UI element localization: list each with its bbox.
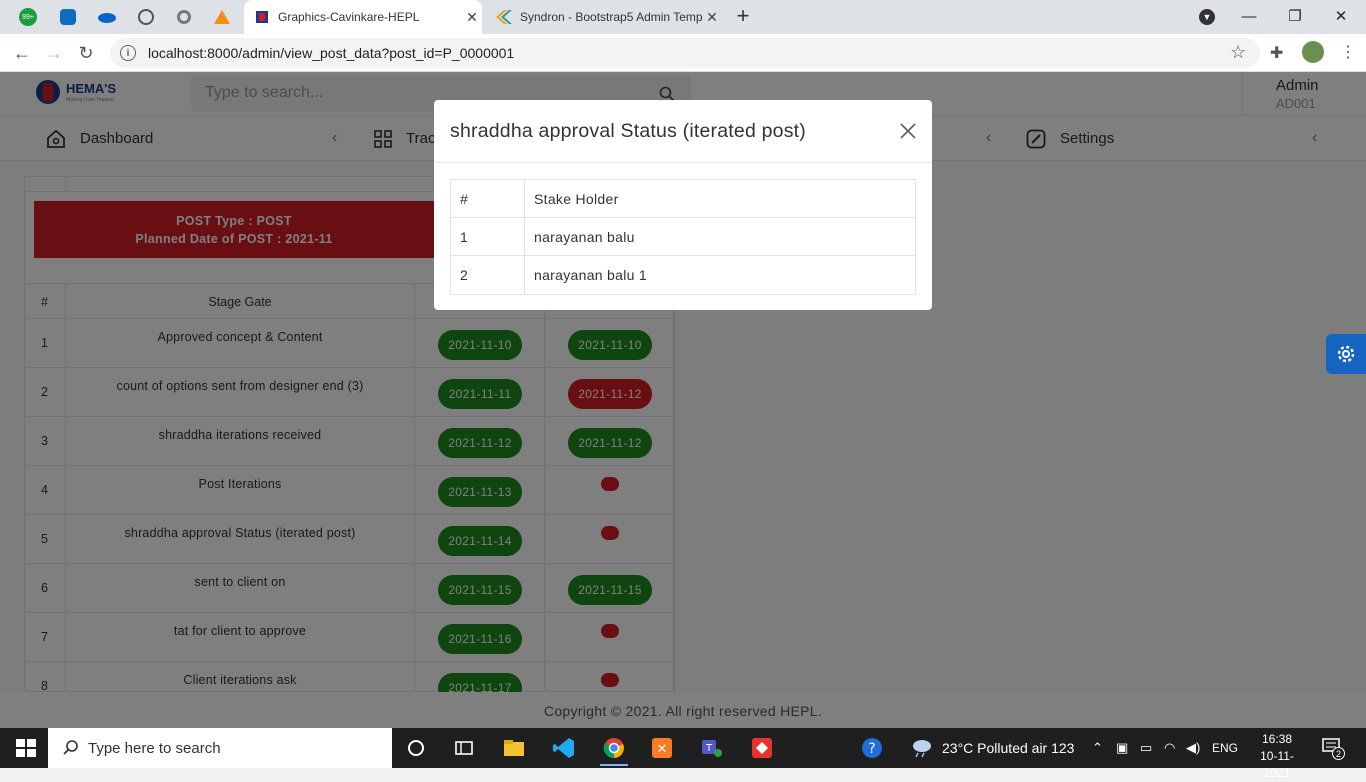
forward-arrow-icon[interactable]: → (41, 40, 67, 66)
search-icon (63, 740, 78, 755)
modal-title: shraddha approval Status (iterated post) (450, 120, 806, 142)
gear-icon (1337, 345, 1355, 363)
globe-icon (177, 10, 191, 24)
notification-center[interactable]: 2 (1322, 738, 1345, 760)
cloud-icon (98, 13, 116, 23)
wifi-icon[interactable]: ◠ (1164, 728, 1175, 768)
pinned-tab-mail[interactable]: 99+ (12, 5, 44, 29)
reload-icon[interactable]: ↻ (73, 40, 99, 66)
stakeholder-table: # Stake Holder 1 narayanan balu 2 naraya… (450, 179, 916, 295)
bookmark-star-icon[interactable]: ☆ (1230, 42, 1246, 63)
network-icon (138, 9, 154, 25)
teams-icon[interactable]: T (700, 736, 724, 760)
clock-time: 16:38 (1261, 732, 1293, 746)
modal-header: shraddha approval Status (iterated post) (434, 100, 932, 163)
restore-button[interactable]: ❐ (1272, 0, 1318, 32)
theme-settings-button[interactable] (1326, 334, 1366, 374)
address-bar-row: ← → ↻ i localhost:8000/admin/view_post_d… (0, 34, 1366, 72)
header-stake-holder: Stake Holder (534, 191, 619, 207)
hemas-favicon-icon (256, 11, 268, 23)
row-num: 1 (451, 218, 525, 255)
help-icon[interactable]: ? (860, 736, 884, 760)
mail-badge-icon: 99+ (19, 8, 37, 26)
stakeholder-modal: shraddha approval Status (iterated post)… (434, 100, 932, 310)
row-num: 2 (451, 256, 525, 294)
svg-text:✕: ✕ (657, 742, 668, 757)
cloud-rain-icon (913, 740, 931, 758)
battery-icon[interactable]: ▭ (1140, 728, 1152, 768)
tray-chevron-up-icon[interactable]: ⌃ (1092, 728, 1103, 768)
tab-graphics-cavinkare[interactable]: Graphics-Cavinkare-HEPL ✕ (244, 0, 482, 34)
anydesk-icon[interactable] (750, 736, 774, 760)
tab-search-icon[interactable]: ▼ (1199, 9, 1215, 25)
tab-syndron[interactable]: Syndron - Bootstrap5 Admin Template ✕ (484, 0, 722, 34)
chrome-icon[interactable] (602, 736, 626, 760)
language-indicator[interactable]: ENG (1212, 728, 1238, 768)
xampp-icon[interactable]: ✕ (650, 736, 674, 760)
back-arrow-icon[interactable]: ← (9, 40, 35, 66)
weather-text: 23°C Polluted air 123 (942, 740, 1075, 756)
stake-holder-name: narayanan balu 1 (534, 267, 647, 283)
syndron-favicon-icon (496, 10, 512, 24)
pinned-tab-onedrive[interactable] (90, 5, 122, 29)
svg-text:?: ? (868, 741, 875, 757)
taskbar-search-input[interactable]: Type here to search (48, 728, 392, 768)
url-text: localhost:8000/admin/view_post_data?post… (148, 45, 515, 61)
windows-taskbar: Type here to search ✕ T ? 23°C Polluted … (0, 728, 1366, 780)
header-num: # (451, 180, 525, 217)
minimize-button[interactable]: — (1226, 0, 1272, 32)
outlook-icon (60, 9, 76, 25)
taskbar-search-placeholder: Type here to search (88, 739, 221, 757)
speaker-icon[interactable]: ◀) (1186, 728, 1200, 768)
browser-tab-bar: 99+ Graphics-Cavinkare-HEPL ✕ Syndron - … (0, 0, 1366, 34)
cortana-icon[interactable] (404, 736, 428, 760)
notification-count: 2 (1332, 747, 1345, 760)
tab-title: Graphics-Cavinkare-HEPL (278, 10, 420, 24)
active-app-indicator (600, 764, 628, 766)
close-tab-icon[interactable]: ✕ (462, 9, 482, 26)
file-explorer-icon[interactable] (502, 736, 526, 760)
svg-text:T: T (705, 743, 713, 754)
new-tab-button[interactable]: + (732, 5, 754, 29)
stake-holder-name: narayanan balu (534, 229, 635, 245)
close-tab-icon[interactable]: ✕ (702, 9, 722, 26)
tray-camera-icon[interactable]: ▣ (1116, 728, 1128, 768)
profile-avatar[interactable] (1302, 41, 1324, 63)
stakeholder-header-row: # Stake Holder (451, 180, 915, 218)
clock-date: 10-11-2021 (1260, 749, 1294, 780)
pinned-tab-vpn[interactable] (130, 5, 162, 29)
table-row: 2 narayanan balu 1 (451, 256, 915, 294)
url-field[interactable]: i localhost:8000/admin/view_post_data?po… (110, 38, 1260, 68)
pinned-tab-pma[interactable] (206, 5, 238, 29)
table-row: 1 narayanan balu (451, 218, 915, 256)
pinned-tab-web[interactable] (168, 5, 200, 29)
vscode-icon[interactable] (552, 736, 576, 760)
weather-widget[interactable]: 23°C Polluted air 123 (910, 728, 1074, 768)
phpmyadmin-icon (214, 10, 230, 24)
close-window-button[interactable]: ✕ (1318, 0, 1364, 32)
close-icon[interactable] (897, 120, 919, 142)
pinned-tab-outlook[interactable] (52, 5, 84, 29)
windows-start-icon[interactable] (14, 736, 38, 760)
task-view-icon[interactable] (452, 736, 476, 760)
tab-title: Syndron - Bootstrap5 Admin Template (520, 10, 702, 24)
clock[interactable]: 16:38 10-11-2021 (1248, 731, 1306, 782)
extensions-icon[interactable]: ✚ (1270, 43, 1283, 63)
site-info-icon[interactable]: i (120, 45, 136, 61)
browser-menu-icon[interactable]: ⋮ (1340, 42, 1356, 62)
